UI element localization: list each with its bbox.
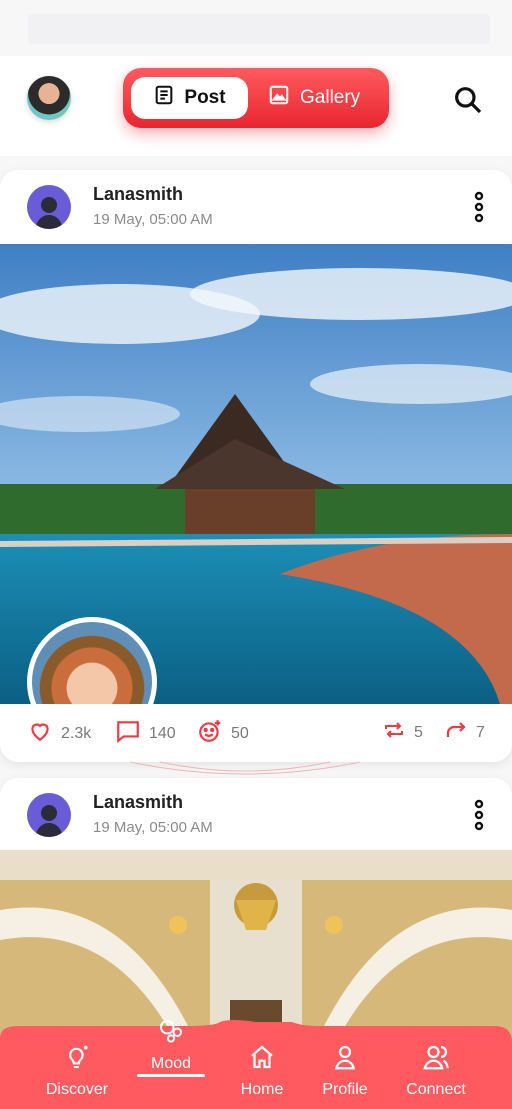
nav-discover[interactable]: Discover (27, 1020, 127, 1109)
user-name[interactable]: Lanasmith (93, 184, 183, 205)
document-icon (153, 84, 175, 112)
comment-count: 140 (149, 724, 176, 742)
profile-icon (330, 1020, 360, 1077)
more-options-button[interactable] (470, 190, 488, 224)
more-vertical-icon (470, 191, 488, 228)
post-header: Lanasmith 19 May, 05:00 AM (0, 170, 512, 244)
status-bar (28, 14, 490, 44)
post-photo[interactable] (0, 244, 512, 704)
my-avatar[interactable] (27, 76, 71, 120)
nav-connect[interactable]: Connect (386, 1020, 486, 1109)
share-count: 7 (476, 723, 485, 741)
more-vertical-icon (470, 799, 488, 836)
reaction-button[interactable]: 50 (197, 718, 249, 749)
more-options-button[interactable] (470, 798, 488, 832)
post-header: Lanasmith 19 May, 05:00 AM (0, 778, 512, 852)
post-date: 19 May, 05:00 AM (93, 211, 213, 228)
post-actions: 2.3k 140 50 5 7 (0, 704, 512, 762)
search-button[interactable] (452, 84, 484, 116)
nav-profile[interactable]: Profile (295, 1020, 395, 1109)
nav-discover-label: Discover (45, 1081, 109, 1098)
nav-profile-label: Profile (322, 1081, 368, 1098)
post-gallery-switch: Post Gallery (123, 68, 389, 128)
repost-icon (382, 718, 406, 747)
post-date: 19 May, 05:00 AM (93, 819, 213, 836)
nav-home-label: Home (240, 1081, 284, 1098)
active-tab-indicator (137, 1074, 205, 1077)
home-icon (247, 1020, 277, 1077)
post-card: Lanasmith 19 May, 05:00 AM (0, 170, 512, 762)
share-button[interactable]: 7 (444, 718, 485, 747)
search-icon (452, 87, 484, 120)
bottom-nav: Discover Mood Home Profile Connect (0, 1020, 512, 1109)
bubbles-icon (156, 1020, 186, 1051)
like-count: 2.3k (61, 724, 92, 742)
tab-post[interactable]: Post (131, 77, 248, 119)
comment-button[interactable]: 140 (115, 718, 176, 749)
user-avatar[interactable] (27, 185, 71, 229)
heart-icon (27, 718, 53, 749)
nav-connect-label: Connect (406, 1081, 466, 1098)
tab-gallery-label: Gallery (300, 87, 361, 108)
comment-icon (115, 718, 141, 749)
nav-mood[interactable]: Mood (121, 1020, 221, 1109)
repost-count: 5 (414, 723, 423, 741)
share-arrow-icon (444, 718, 468, 747)
image-icon (268, 84, 290, 112)
user-avatar[interactable] (27, 793, 71, 837)
bulb-icon (62, 1020, 92, 1077)
tab-post-label: Post (184, 87, 226, 108)
users-icon (421, 1020, 451, 1077)
reaction-count: 50 (231, 724, 249, 742)
nav-mood-label: Mood (150, 1055, 192, 1072)
repost-button[interactable]: 5 (382, 718, 423, 747)
decorative-arcs (130, 761, 360, 775)
app-screen: Post Gallery Lanasmith 19 May, 05:00 AM (0, 0, 512, 1109)
smiley-plus-icon (197, 718, 223, 749)
user-name[interactable]: Lanasmith (93, 792, 183, 813)
like-button[interactable]: 2.3k (27, 718, 91, 749)
tab-gallery[interactable]: Gallery (268, 77, 380, 119)
